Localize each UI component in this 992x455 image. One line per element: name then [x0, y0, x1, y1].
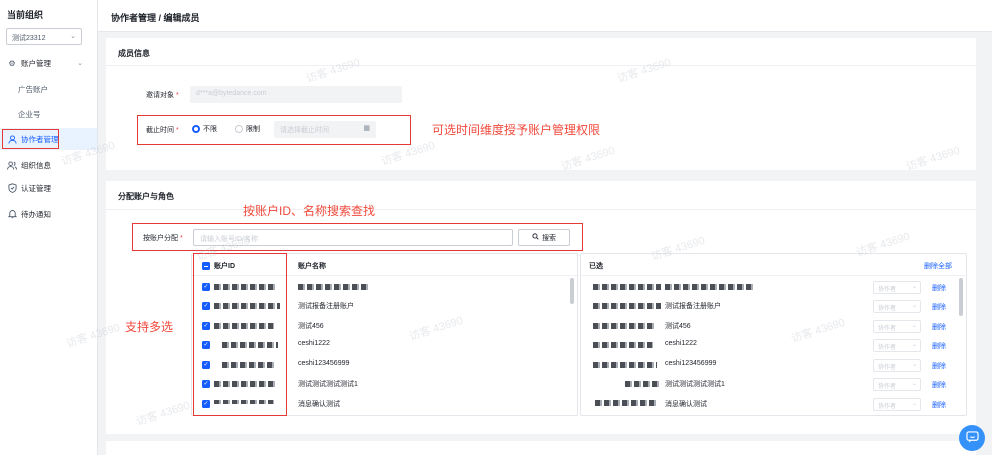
role-select[interactable]: 协作者 ⌄: [873, 281, 921, 294]
nav-label: 企业号: [18, 109, 41, 119]
delete-link[interactable]: 删除: [932, 302, 946, 312]
chat-icon: [965, 431, 979, 445]
account-name: ceshi1222: [298, 340, 330, 347]
breadcrumb: 协作者管理 / 编辑成员: [111, 13, 200, 23]
org-select-value: 测试23312: [12, 35, 46, 42]
nav-label: 组织信息: [21, 160, 51, 170]
divider: [106, 209, 976, 210]
masked-account-id: [625, 381, 659, 387]
masked-account-id: [593, 284, 661, 290]
masked-account-id: [593, 342, 653, 348]
delete-link[interactable]: 删除: [932, 322, 946, 332]
role-select[interactable]: 协作者 ⌄: [873, 398, 921, 411]
chat-support-button[interactable]: [959, 425, 985, 451]
account-name: 测试456: [665, 323, 691, 330]
nav-todo-notifications[interactable]: 待办通知: [0, 203, 97, 225]
next-card: [106, 441, 976, 455]
account-name: 测试456: [298, 323, 324, 330]
nav-ad-account[interactable]: 广告账户: [0, 78, 97, 100]
delete-link[interactable]: 删除: [932, 341, 946, 351]
assign-card: 分配账户与角色 按账户ID、名称搜索查找 按账户分配 * 请输入账号ID/名称 搜…: [106, 181, 976, 434]
account-name: 测试测试测试测试1: [665, 381, 725, 388]
assign-title: 分配账户与角色: [118, 192, 174, 201]
nav-label: 账户管理: [21, 58, 51, 68]
account-name: 测试测试测试测试1: [298, 381, 358, 388]
highlight-box-deadline: [137, 115, 411, 145]
org-title: 当前组织: [7, 10, 44, 20]
annotation-search-note: 按账户ID、名称搜索查找: [243, 204, 376, 218]
invite-value: d***a@bytedance.com: [196, 90, 267, 97]
highlight-box-search: [132, 223, 583, 251]
delete-link[interactable]: 删除: [932, 400, 946, 410]
divider: [581, 275, 966, 276]
annotation-multi-note: 支持多选: [125, 320, 174, 334]
account-name: 测试报备注册账户: [665, 303, 721, 310]
gear-icon: ⚙: [8, 58, 16, 68]
member-info-title: 成员信息: [118, 49, 150, 58]
account-name: 消息确认测试: [298, 401, 340, 408]
account-name: ceshi123456999: [665, 360, 717, 367]
role-select[interactable]: 协作者 ⌄: [873, 378, 921, 391]
nav-label: 待办通知: [21, 209, 51, 219]
invite-label: 邀请对象 *: [146, 92, 179, 99]
nav-account-management[interactable]: ⚙ 账户管理 ⌄: [0, 52, 97, 74]
page-header: 协作者管理 / 编辑成员: [98, 0, 992, 32]
highlight-box-multiselect: [193, 253, 287, 416]
selected-title: 已选: [589, 263, 603, 270]
shield-icon: [7, 183, 17, 193]
delete-link[interactable]: 删除: [932, 361, 946, 371]
nav-certification[interactable]: 认证管理: [0, 177, 97, 199]
nav-label: 广告账户: [18, 84, 48, 94]
nav-enterprise[interactable]: 企业号: [0, 103, 97, 125]
selected-accounts-panel: 已选 删除全部 协作者 ⌄ 删除 测试报备注册账户 协作者 ⌄ 删除 测试456 协…: [580, 253, 967, 416]
masked-account-id: [595, 400, 657, 406]
users-icon: [7, 160, 17, 170]
divider: [106, 65, 976, 66]
account-name: ceshi1222: [665, 340, 697, 347]
masked-account-id: [593, 303, 661, 309]
scrollbar[interactable]: [570, 278, 574, 304]
delete-link[interactable]: 删除: [932, 283, 946, 293]
column-header-account-name: 账户名称: [298, 263, 326, 270]
account-name: 测试报备注册账户: [298, 303, 354, 310]
masked-account-name: [665, 284, 753, 290]
delete-link[interactable]: 删除: [932, 380, 946, 390]
invite-input[interactable]: d***a@bytedance.com: [190, 86, 402, 103]
chevron-down-icon: ⌄: [77, 60, 83, 67]
nav-label: 认证管理: [21, 183, 51, 193]
bell-icon: [7, 209, 17, 219]
annotation-time-note: 可选时间维度授予账户管理权限: [432, 123, 601, 137]
masked-account-id: [593, 323, 655, 329]
role-select[interactable]: 协作者 ⌄: [873, 320, 921, 333]
scrollbar[interactable]: [959, 278, 963, 316]
delete-all-link[interactable]: 删除全部: [924, 261, 952, 271]
role-select[interactable]: 协作者 ⌄: [873, 339, 921, 352]
account-name: 消息确认测试: [665, 401, 707, 408]
masked-account-name: [298, 284, 370, 290]
chevron-down-icon: ⌄: [70, 33, 76, 40]
sidebar: 当前组织 测试23312 ⌄ ⚙ 账户管理 ⌄ 广告账户 企业号 协作者管理 组…: [0, 0, 98, 455]
nav-org-info[interactable]: 组织信息: [0, 154, 97, 176]
account-name: ceshi123456999: [298, 360, 350, 367]
member-info-card: 成员信息 邀请对象 * d***a@bytedance.com 截止时间 * 不限 …: [106, 38, 976, 170]
org-select[interactable]: 测试23312 ⌄: [6, 28, 82, 45]
masked-account-id: [593, 362, 657, 368]
highlight-box-nav: [2, 129, 59, 149]
role-select[interactable]: 协作者 ⌄: [873, 300, 921, 313]
role-select[interactable]: 协作者 ⌄: [873, 359, 921, 372]
